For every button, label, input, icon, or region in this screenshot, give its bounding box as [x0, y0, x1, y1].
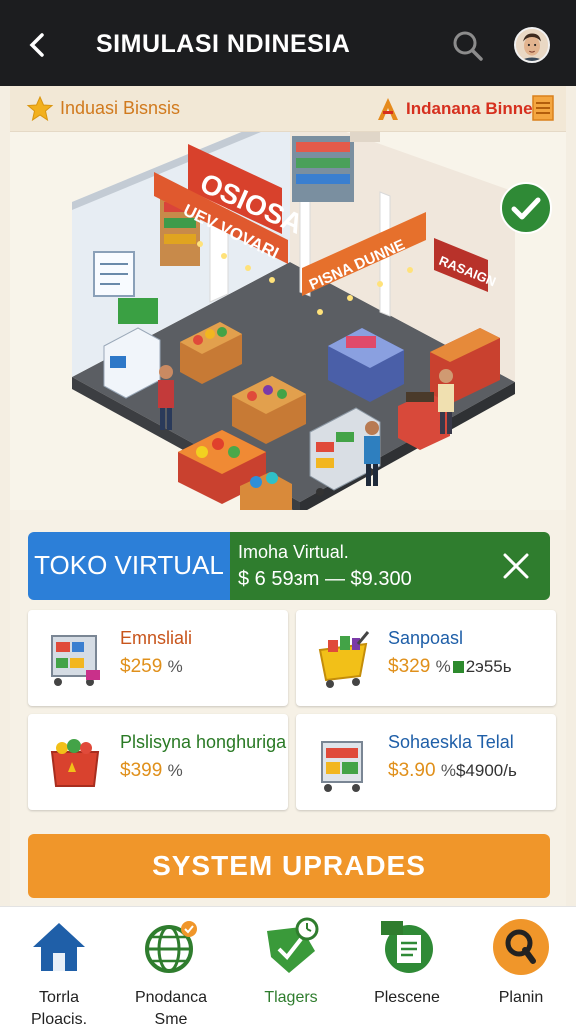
- store-details-block: Imoha Virtual. $ 6 59зm — $9.300: [230, 532, 550, 600]
- product-card-1[interactable]: Emnsliali $259 %: [28, 610, 288, 706]
- back-arrow-icon[interactable]: [22, 28, 52, 62]
- produce-crate-icon: [50, 739, 100, 787]
- nav-label: Pnodanca Sme: [134, 989, 208, 1024]
- isometric-store-scene: OSIOSA UEV VOVARI PISNA DUNNE RASAIGN: [10, 132, 566, 510]
- globe-icon: [145, 921, 197, 973]
- shield-check-icon: [267, 917, 319, 973]
- store-price-range: $ 6 59зm — $9.300: [238, 568, 412, 590]
- product-price-line: $3.90 %$4900/ь: [388, 760, 517, 781]
- green-badge-icon: [452, 661, 464, 673]
- system-upgrades-button[interactable]: SYSTEM UPRADES: [28, 834, 550, 898]
- sub-header: Induasi Bisnsis Indanana Binnes: [10, 86, 566, 132]
- document-icon: [381, 921, 433, 973]
- product-card-4[interactable]: Sohaeskla Telal $3.90 %$4900/ь: [296, 714, 556, 810]
- menu-document-icon[interactable]: [532, 95, 554, 121]
- main-content: Induasi Bisnsis Indanana Binnes OSIOSA U…: [10, 86, 566, 906]
- sub-header-right-label: Indanana Binnes: [406, 99, 543, 118]
- store-illustration-banner[interactable]: OSIOSA UEV VOVARI PISNA DUNNE RASAIGN: [10, 132, 566, 510]
- store-name: Imoha Virtual.: [238, 542, 349, 562]
- close-icon[interactable]: [500, 550, 532, 582]
- product-name: Emnsliali: [120, 628, 193, 648]
- bottom-navigation: Torrla Ploacis. Pnodanca Sme Tlagers Ple…: [0, 906, 576, 1024]
- nav-item-globe[interactable]: Pnodanca Sme: [116, 915, 226, 1024]
- verified-check-icon[interactable]: [500, 182, 552, 234]
- nav-label: Plescene: [374, 989, 440, 1006]
- product-name: Plslisyna honghuriga: [120, 732, 287, 752]
- store-label-block: TOKO VIRTUAL: [28, 532, 230, 600]
- trolley-rack-icon: [321, 741, 363, 792]
- nav-item-tlagers[interactable]: Tlagers: [236, 915, 346, 1023]
- nav-item-planin[interactable]: Planin: [466, 915, 576, 1023]
- star-icon: [26, 95, 54, 122]
- shopping-basket-icon: [318, 631, 370, 688]
- nav-item-home[interactable]: Torrla Ploacis.: [4, 915, 114, 1024]
- store-info-bar[interactable]: TOKO VIRTUAL Imoha Virtual. $ 6 59зm — $…: [28, 532, 550, 600]
- app-bar: SIMULASI NDINESIA: [0, 0, 576, 86]
- store-label: TOKO VIRTUAL: [34, 550, 224, 580]
- product-price-line: $259 %: [120, 656, 183, 677]
- shelf-cart-icon: [51, 635, 100, 686]
- product-card-2[interactable]: Sanpoasl $329 % 2э55ь: [296, 610, 556, 706]
- magnifier-icon: [493, 919, 549, 975]
- nav-label: Tlagers: [264, 989, 318, 1006]
- product-price-line: $329 % 2э55ь: [388, 656, 512, 677]
- product-name: Sanpoasl: [388, 628, 464, 648]
- user-face-icon: [516, 29, 548, 61]
- home-icon: [33, 923, 85, 971]
- letter-a-logo-icon: [378, 98, 398, 120]
- page-title: SIMULASI NDINESIA: [96, 30, 351, 58]
- nav-label: Torrla Ploacis.: [30, 989, 88, 1024]
- nav-label: Planin: [498, 989, 544, 1006]
- avatar[interactable]: [514, 27, 550, 63]
- product-name: Sohaeskla Telal: [388, 732, 514, 752]
- nav-item-plescene[interactable]: Plescene: [352, 915, 462, 1023]
- product-card-3[interactable]: Plslisyna honghuriga $399 %: [28, 714, 288, 810]
- search-icon[interactable]: [450, 28, 486, 64]
- sub-header-left-label: Induasi Bisnsis: [60, 98, 181, 118]
- product-price-line: $399 %: [120, 760, 183, 781]
